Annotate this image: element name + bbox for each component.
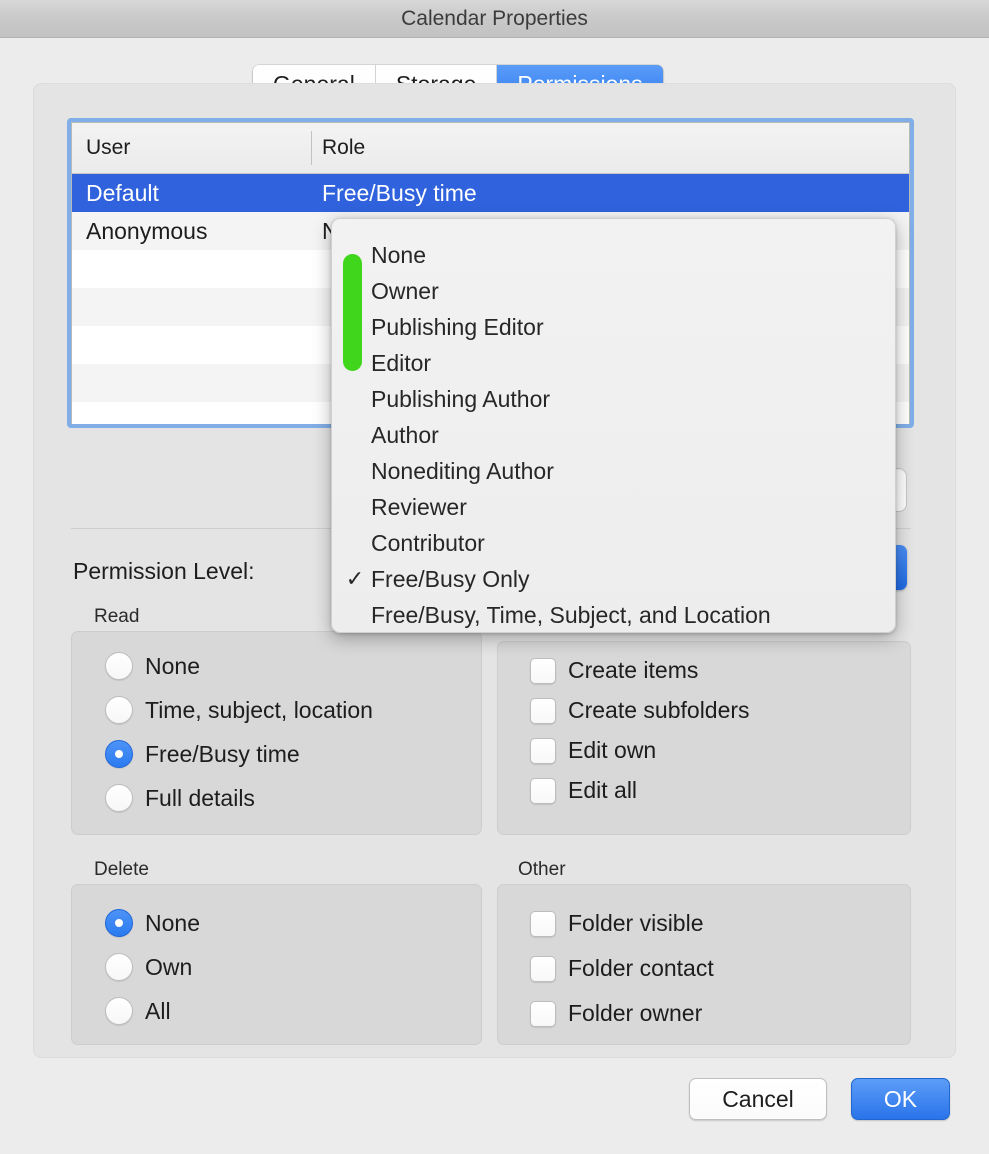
- permission-level-label: Permission Level:: [73, 558, 255, 584]
- write-group: Create items Create subfolders Edit own Edi…: [497, 641, 911, 835]
- radio-label: Free/Busy time: [145, 740, 300, 767]
- menu-item-label: Nonediting Author: [371, 457, 554, 484]
- cell-role: Free/Busy time: [322, 179, 477, 206]
- cell-user: Default: [86, 179, 159, 206]
- radio-button[interactable]: [105, 652, 133, 680]
- checkbox-option[interactable]: Create items: [530, 657, 698, 684]
- column-header-role[interactable]: Role: [322, 123, 365, 173]
- menu-item[interactable]: Owner: [332, 273, 895, 309]
- column-divider[interactable]: [311, 131, 312, 165]
- menu-item[interactable]: Free/Busy, Time, Subject, and Location: [332, 597, 895, 632]
- menu-item-label: Editor: [371, 349, 432, 376]
- cell-user: Anonymous: [86, 217, 208, 244]
- menu-item[interactable]: Publishing Author: [332, 381, 895, 417]
- menu-item[interactable]: Nonediting Author: [332, 453, 895, 489]
- checkbox[interactable]: [530, 955, 556, 982]
- checkbox-option[interactable]: Create subfolders: [530, 697, 750, 724]
- title-bar: Calendar Properties: [0, 0, 989, 38]
- radio-option[interactable]: Time, subject, location: [105, 696, 373, 724]
- table-row[interactable]: Default Free/Busy time: [72, 174, 909, 212]
- read-group-label: Read: [94, 606, 140, 627]
- checkbox-option[interactable]: Edit all: [530, 777, 637, 804]
- role-dropdown-menu[interactable]: None Owner Publishing Editor Editor Publishi…: [331, 218, 896, 633]
- radio-label: All: [145, 997, 171, 1024]
- radio-button[interactable]: [105, 696, 133, 724]
- menu-item-label: Publishing Editor: [371, 313, 544, 340]
- checkbox[interactable]: [530, 657, 556, 684]
- menu-item[interactable]: Reviewer: [332, 489, 895, 525]
- radio-option[interactable]: None: [105, 652, 200, 680]
- column-header-user[interactable]: User: [86, 123, 130, 173]
- menu-item-label: Free/Busy Only: [371, 565, 530, 592]
- check-icon: ✓: [345, 566, 365, 591]
- menu-item-label: None: [371, 241, 426, 268]
- checkbox-label: Edit own: [568, 737, 657, 763]
- checkbox-option[interactable]: Folder owner: [530, 1000, 702, 1027]
- radio-button[interactable]: [105, 997, 133, 1025]
- menu-item[interactable]: ✓ Free/Busy Only: [332, 561, 895, 597]
- menu-item-label: Owner: [371, 277, 439, 304]
- checkbox-label: Folder visible: [568, 910, 704, 936]
- checkbox-option[interactable]: Folder contact: [530, 955, 714, 982]
- checkbox[interactable]: [530, 697, 556, 724]
- checkbox-label: Create subfolders: [568, 697, 750, 723]
- radio-button[interactable]: [105, 740, 133, 768]
- other-group: Folder visible Folder contact Folder owner: [497, 884, 911, 1045]
- other-group-label: Other: [518, 859, 566, 880]
- table-header-row: User Role: [72, 123, 909, 174]
- window-title: Calendar Properties: [401, 7, 588, 30]
- radio-option[interactable]: Own: [105, 953, 192, 981]
- menu-item-label: Publishing Author: [371, 385, 551, 412]
- checkbox-option[interactable]: Edit own: [530, 737, 656, 764]
- radio-label: None: [145, 652, 200, 679]
- delete-group-label: Delete: [94, 859, 149, 880]
- radio-button[interactable]: [105, 909, 133, 937]
- menu-item[interactable]: None: [332, 237, 895, 273]
- menu-item-label: Contributor: [371, 529, 485, 556]
- radio-option[interactable]: Full details: [105, 784, 255, 812]
- radio-option[interactable]: Free/Busy time: [105, 740, 300, 768]
- checkbox-label: Folder owner: [568, 1000, 703, 1026]
- checkbox[interactable]: [530, 1000, 556, 1027]
- radio-option[interactable]: All: [105, 997, 171, 1025]
- calendar-properties-window: Calendar Properties GeneralStoragePermis…: [0, 0, 989, 1154]
- checkbox[interactable]: [530, 777, 556, 804]
- menu-item[interactable]: Publishing Editor: [332, 309, 895, 345]
- checkbox[interactable]: [530, 910, 556, 937]
- checkbox-option[interactable]: Folder visible: [530, 910, 704, 937]
- menu-item-label: Free/Busy, Time, Subject, and Location: [371, 601, 771, 628]
- cancel-button[interactable]: Cancel: [689, 1078, 827, 1120]
- checkbox-label: Folder contact: [568, 955, 714, 981]
- radio-label: Full details: [145, 784, 255, 811]
- checkbox-label: Edit all: [568, 777, 638, 803]
- checkbox[interactable]: [530, 737, 556, 764]
- ok-button[interactable]: OK: [851, 1078, 950, 1120]
- radio-label: Own: [145, 953, 193, 980]
- menu-item[interactable]: Editor: [332, 345, 895, 381]
- radio-option[interactable]: None: [105, 909, 200, 937]
- read-group: None Time, subject, location Free/Busy tim…: [71, 631, 482, 835]
- radio-button[interactable]: [105, 953, 133, 981]
- menu-item[interactable]: Author: [332, 417, 895, 453]
- delete-group: None Own All: [71, 884, 482, 1045]
- radio-label: None: [145, 909, 200, 936]
- radio-label: Time, subject, location: [145, 696, 373, 723]
- menu-item-label: Reviewer: [371, 493, 467, 520]
- radio-button[interactable]: [105, 784, 133, 812]
- menu-item[interactable]: Contributor: [332, 525, 895, 561]
- menu-item-label: Author: [371, 421, 439, 448]
- checkbox-label: Create items: [568, 657, 699, 683]
